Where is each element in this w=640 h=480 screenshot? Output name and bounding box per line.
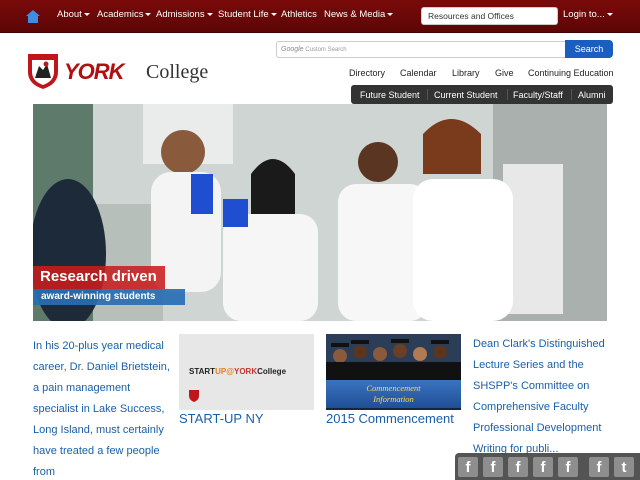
startup-york-text: YORK [234,367,258,376]
york-shield-icon [189,390,199,402]
startup-at-text: UP@ [215,367,234,376]
search-button[interactable]: Search [565,40,613,58]
nav-admissions[interactable]: Admissions [156,9,213,20]
resources-offices-select[interactable]: Resources and Offices [421,7,558,25]
facebook-icon[interactable]: f [533,457,553,477]
right-story-link[interactable]: Dean Clark's Distinguished Lecture Serie… [473,334,623,460]
graduates-photo [326,334,461,380]
login-label: Login to... [563,9,605,20]
shield-logo-icon [28,54,58,89]
link-give[interactable]: Give [495,68,514,78]
logo-york-text: YORK [64,59,125,84]
facebook-icon[interactable]: f [508,457,528,477]
home-icon[interactable] [26,10,40,23]
divider [571,89,572,100]
nav-about[interactable]: About [57,9,90,20]
nav-news-media[interactable]: News & Media [324,9,394,20]
link-continuing-education[interactable]: Continuing Education [528,68,614,78]
link-directory[interactable]: Directory [349,68,385,78]
nav-student-life[interactable]: Student Life [218,9,277,20]
top-navigation-bar: About Academics Admissions Student Life … [0,0,640,33]
link-current-student[interactable]: Current Student [434,90,498,100]
hero-title: Research driven [33,266,165,289]
commencement-link[interactable]: 2015 Commencement [326,411,454,426]
hero-slideshow[interactable]: Research driven award-winning students [33,104,607,321]
facebook-icon[interactable]: f [483,457,503,477]
caret-down-icon [270,12,277,16]
facebook-icon[interactable]: f [589,457,609,477]
social-share-bar: f f f f f f t [455,453,640,480]
commencement-banner: Commencement Information [326,380,461,408]
caret-down-icon [387,12,394,16]
nav-news-media-label: News & Media [324,9,386,20]
caret-down-icon [83,12,90,16]
nav-about-label: About [57,9,82,20]
banner-line-2: Information [373,394,414,404]
login-dropdown[interactable]: Login to... [563,9,613,20]
link-future-student[interactable]: Future Student [360,90,420,100]
search-input[interactable]: Google Custom Search [276,41,566,58]
caret-down-icon [145,12,152,16]
link-library[interactable]: Library [452,68,480,78]
startup-ny-link[interactable]: START-UP NY [179,411,264,426]
startup-ny-image-text: STARTUP@YORKCollege [189,367,286,376]
caret-down-icon [206,12,213,16]
nav-academics-label: Academics [97,9,144,20]
divider [427,89,428,100]
banner-line-1: Commencement [366,383,421,393]
caret-down-icon [606,12,613,16]
startup-college-text: College [257,367,287,376]
nav-academics[interactable]: Academics [97,9,152,20]
nav-admissions-label: Admissions [156,9,205,20]
search-placeholder: Custom Search [305,47,347,53]
facebook-icon[interactable]: f [558,457,578,477]
startup-ny-image[interactable]: STARTUP@YORKCollege [179,334,314,410]
link-faculty-staff[interactable]: Faculty/Staff [513,90,563,100]
hero-subtitle: award-winning students [33,289,185,305]
twitter-icon[interactable]: t [614,457,634,477]
nav-athletics[interactable]: Athletics [281,9,317,20]
link-alumni[interactable]: Alumni [578,90,606,100]
commencement-image[interactable]: Commencement Information [326,334,461,410]
audience-navigation: Future Student Current Student Faculty/S… [351,85,613,104]
nav-athletics-label: Athletics [281,9,317,20]
logo-college-text: College [146,61,209,83]
facebook-icon[interactable]: f [458,457,478,477]
nav-student-life-label: Student Life [218,9,269,20]
startup-start-text: START [189,367,216,376]
link-calendar[interactable]: Calendar [400,68,437,78]
google-label: Google [281,46,304,53]
york-college-logo[interactable]: YORK College [26,52,226,92]
divider [507,89,508,100]
featured-story-link[interactable]: In his 20-plus year medical career, Dr. … [33,336,173,480]
